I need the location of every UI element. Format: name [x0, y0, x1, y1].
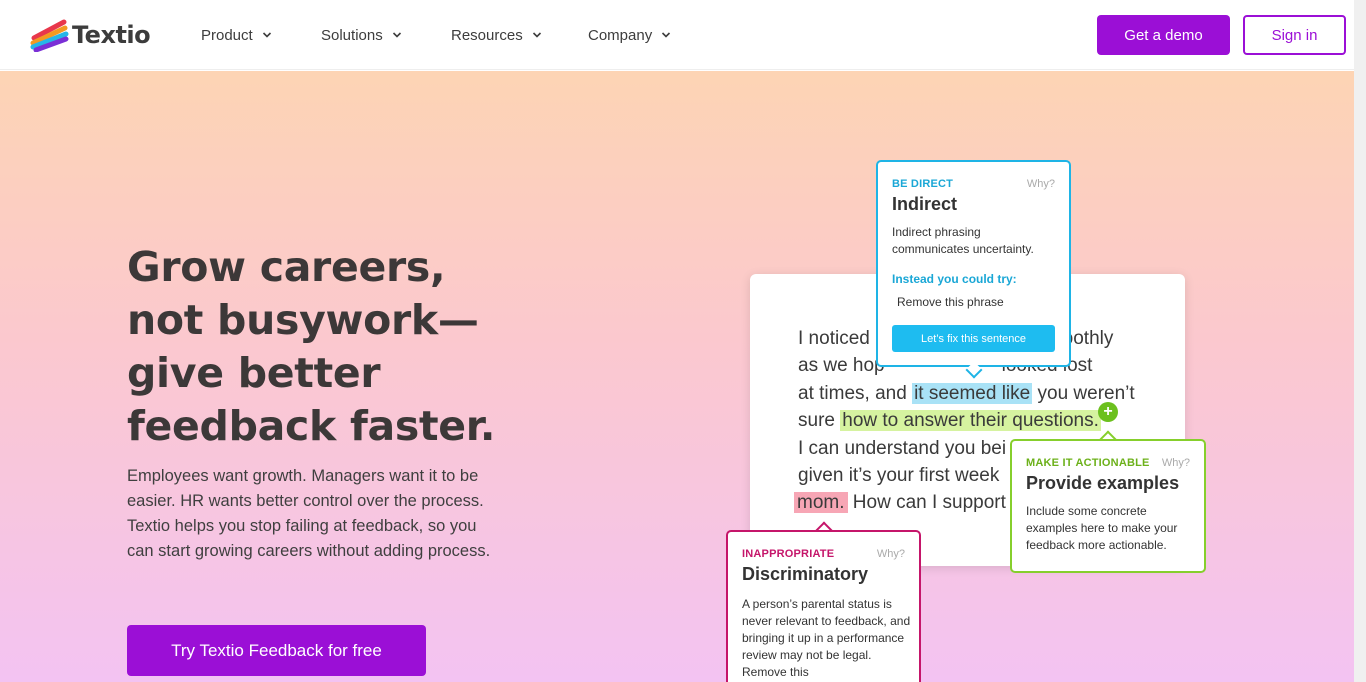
nav-label: Resources: [451, 26, 523, 44]
page-scrollbar[interactable]: [1354, 0, 1366, 682]
callout-inappropriate: INAPPROPRIATE Why? Discriminatory A pers…: [726, 530, 921, 682]
text-segment: I can understand you bei: [798, 437, 1007, 459]
why-link[interactable]: Why?: [1027, 178, 1055, 190]
nav-label: Solutions: [321, 26, 383, 44]
nav-product[interactable]: Product: [201, 27, 321, 44]
callout-body: Include some concrete examples here to m…: [1026, 504, 1178, 552]
try-free-button[interactable]: Try Textio Feedback for free: [127, 625, 426, 676]
callout-make-actionable: MAKE IT ACTIONABLE Why? Provide examples…: [1010, 439, 1206, 573]
text-segment: at times, and: [798, 382, 907, 404]
headline-line: Grow careers,: [127, 243, 446, 291]
hero-section: Grow careers, not busywork— give better …: [0, 71, 1354, 682]
callout-title: Provide examples: [1026, 473, 1180, 493]
suggestion-option[interactable]: Remove this phrase: [897, 295, 1004, 309]
headline-line: feedback faster.: [127, 402, 496, 450]
chevron-down-icon: [392, 32, 401, 38]
site-header: Textio Product Solutions Resources Compa…: [0, 0, 1354, 70]
hero-headline: Grow careers, not busywork— give better …: [127, 241, 547, 453]
textio-logo-icon: [30, 19, 69, 52]
callout-tag: MAKE IT ACTIONABLE: [1026, 457, 1150, 469]
nav-resources[interactable]: Resources: [451, 27, 588, 44]
highlight-actionable[interactable]: how to answer their questions.: [840, 410, 1101, 432]
text-segment: How can I support: [852, 492, 1006, 514]
text-line: at times, and it seemed like you weren’t: [798, 380, 1148, 407]
nav-label: Company: [588, 26, 653, 44]
callout-title: Discriminatory: [742, 564, 869, 584]
text-segment: you weren’t: [1037, 382, 1135, 404]
text-segment: sure: [798, 410, 835, 432]
textio-logo[interactable]: Textio: [30, 18, 151, 52]
text-segment: given it’s your first week: [798, 464, 1000, 486]
why-link[interactable]: Why?: [877, 548, 905, 560]
main-nav: Product Solutions Resources Company: [201, 0, 688, 70]
suggestion-label: Instead you could try:: [892, 272, 1017, 286]
nav-solutions[interactable]: Solutions: [321, 27, 451, 44]
why-link[interactable]: Why?: [1162, 457, 1190, 469]
sign-in-button[interactable]: Sign in: [1243, 15, 1346, 55]
highlight-inappropriate[interactable]: mom.: [794, 492, 848, 514]
chevron-down-icon: [262, 32, 271, 38]
chevron-down-icon: [662, 32, 671, 38]
headline-line: not busywork—: [127, 296, 479, 344]
nav-label: Product: [201, 26, 253, 44]
logo-wordmark: Textio: [72, 21, 151, 49]
callout-tag: INAPPROPRIATE: [742, 548, 835, 560]
headline-line: give better: [127, 349, 381, 397]
nav-company[interactable]: Company: [588, 27, 688, 44]
fix-sentence-button[interactable]: Let’s fix this sentence: [892, 325, 1055, 352]
plus-icon[interactable]: +: [1098, 402, 1118, 422]
hero-subcopy: Employees want growth. Managers want it …: [127, 467, 491, 560]
callout-body: A person’s parental status is never rele…: [742, 597, 911, 679]
highlight-indirect[interactable]: it seemed like: [912, 382, 1033, 404]
callout-body: Indirect phrasing communicates uncertain…: [892, 225, 1034, 256]
callout-be-direct: BE DIRECT Why? Indirect Indirect phrasin…: [876, 160, 1071, 367]
text-line: sure how to answer their questions.: [798, 407, 1148, 434]
text-segment: as we hop: [798, 355, 885, 377]
chevron-down-icon: [532, 32, 541, 38]
get-demo-button[interactable]: Get a demo: [1097, 15, 1230, 55]
callout-title: Indirect: [892, 194, 958, 214]
callout-tag: BE DIRECT: [892, 178, 954, 190]
text-segment: I noticed: [798, 328, 870, 349]
